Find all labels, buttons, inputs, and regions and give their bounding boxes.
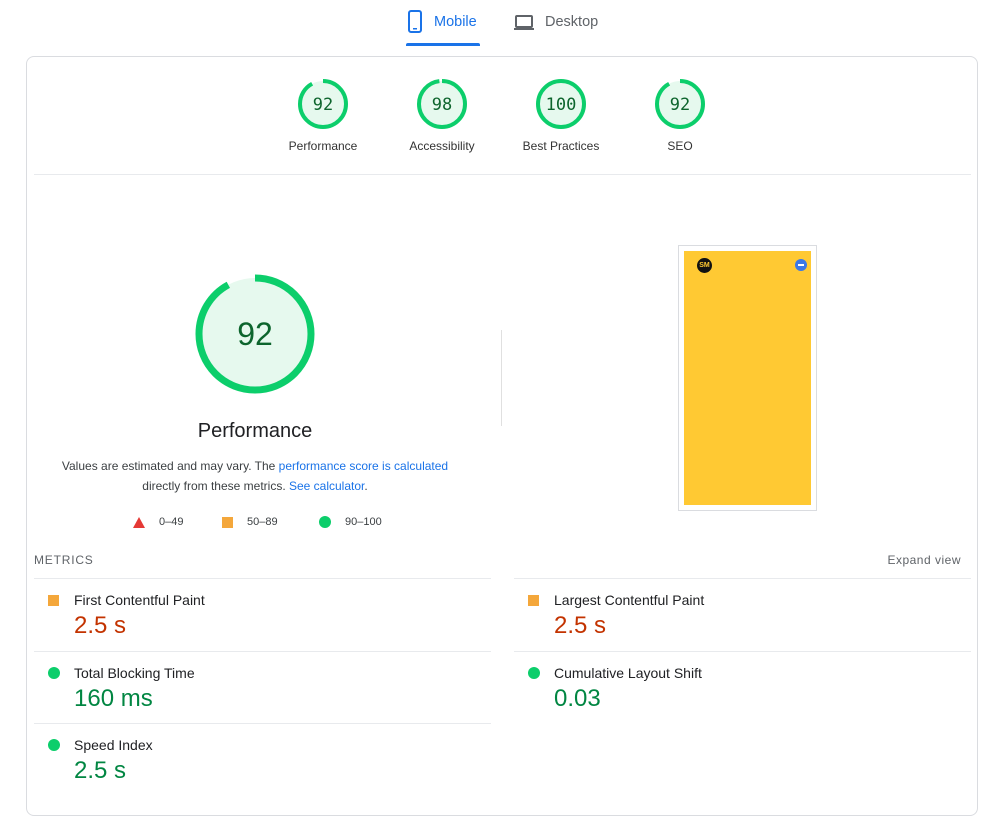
legend-average: 50–89 <box>222 514 278 530</box>
performance-title: Performance <box>197 420 313 442</box>
gauge-label: Accessibility <box>409 139 475 153</box>
gauge-label: SEO <box>667 139 693 153</box>
gauge-ring: 98 <box>417 79 467 129</box>
metric-name: First Contentful Paint <box>74 592 205 608</box>
performance-gauge: 92 <box>195 274 315 394</box>
tab-mobile-label: Mobile <box>434 14 477 30</box>
score-calculated-link[interactable]: performance score is calculated <box>279 459 448 473</box>
gauge-seo[interactable]: 92 SEO <box>630 78 730 153</box>
circle-icon <box>48 667 60 679</box>
desc-text: Values are estimated and may vary. The <box>61 459 279 473</box>
metric-name: Speed Index <box>74 737 153 753</box>
laptop-icon <box>513 10 535 34</box>
triangle-icon <box>133 516 145 528</box>
gauge-ring: 92 <box>655 79 705 129</box>
legend-fail: 0–49 <box>133 514 183 530</box>
screenshot-page: SM <box>684 251 811 505</box>
gauge-ring: 92 <box>298 79 348 129</box>
gauge-performance[interactable]: 92 Performance <box>273 78 373 153</box>
metric-name: Cumulative Layout Shift <box>554 665 702 681</box>
see-calculator-link[interactable]: See calculator <box>289 479 364 493</box>
circle-icon <box>528 667 540 679</box>
tab-desktop-label: Desktop <box>545 14 599 30</box>
final-screenshot: SM <box>678 245 817 511</box>
smartphone-icon <box>406 10 424 34</box>
desc-text: . <box>364 479 368 493</box>
metric-name: Total Blocking Time <box>74 665 195 681</box>
divider <box>34 578 491 579</box>
metric-value: 160 ms <box>74 685 153 712</box>
gauge-label: Performance <box>288 139 358 153</box>
active-tab-indicator <box>406 43 480 46</box>
tab-desktop[interactable]: Desktop <box>513 10 605 46</box>
gauge-score: 92 <box>313 95 333 115</box>
divider <box>34 723 491 724</box>
circle-icon <box>319 516 331 528</box>
gauge-score: 100 <box>546 95 577 115</box>
divider <box>34 651 491 652</box>
menu-icon <box>795 259 807 271</box>
divider <box>514 578 971 579</box>
metric-value: 2.5 s <box>74 757 127 784</box>
performance-description: Values are estimated and may vary. The p… <box>55 456 455 496</box>
square-icon <box>48 595 59 606</box>
square-icon <box>222 516 233 528</box>
tab-mobile[interactable]: Mobile <box>406 10 480 46</box>
legend-range: 0–49 <box>159 516 184 528</box>
legend-range: 50–89 <box>247 516 278 528</box>
gauge-accessibility[interactable]: 98 Accessibility <box>392 78 492 153</box>
metric-value: 2.5 s <box>554 612 607 639</box>
legend-pass: 90–100 <box>319 514 382 530</box>
metric-name: Largest Contentful Paint <box>554 592 705 608</box>
divider <box>34 174 971 175</box>
desc-text: directly from these metrics. <box>142 479 289 493</box>
metric-value: 0.03 <box>554 685 601 712</box>
metric-value: 2.5 s <box>74 612 127 639</box>
vertical-divider <box>501 330 502 426</box>
expand-view-button[interactable]: Expand view <box>887 553 961 567</box>
divider <box>514 651 971 652</box>
circle-icon <box>48 739 60 751</box>
gauge-score: 98 <box>432 95 452 115</box>
gauge-ring: 100 <box>536 79 586 129</box>
metrics-heading: METRICS <box>34 553 94 567</box>
performance-score: 92 <box>237 316 273 352</box>
gauge-label: Best Practices <box>522 139 600 153</box>
site-logo-icon: SM <box>697 258 712 273</box>
gauge-best-practices[interactable]: 100 Best Practices <box>511 78 611 153</box>
square-icon <box>528 595 539 606</box>
device-tabs: Mobile Desktop <box>0 0 1000 48</box>
gauge-score: 92 <box>670 95 690 115</box>
legend-range: 90–100 <box>345 516 382 528</box>
